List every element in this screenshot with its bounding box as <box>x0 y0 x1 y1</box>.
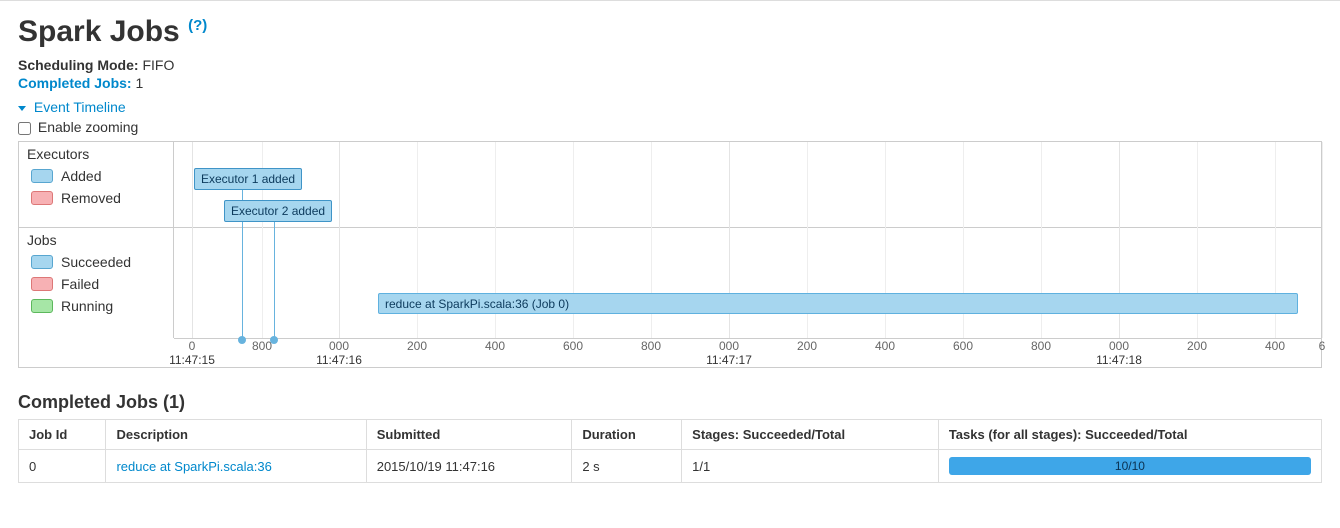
legend-removed-label: Removed <box>61 190 121 206</box>
executor-added-box[interactable]: Executor 1 added <box>194 168 302 190</box>
legend-added-label: Added <box>61 168 101 184</box>
executor-marker-dot-icon <box>238 336 246 344</box>
legend-removed: Removed <box>31 190 165 206</box>
legend-failed-label: Failed <box>61 276 99 292</box>
tasks-progress: 10/10 <box>949 457 1311 475</box>
legend-succeeded-label: Succeeded <box>61 254 131 270</box>
table-row: 0 reduce at SparkPi.scala:36 2015/10/19 … <box>19 450 1322 483</box>
enable-zoom-checkbox[interactable] <box>18 122 31 135</box>
scheduling-mode-value: FIFO <box>142 57 174 73</box>
completed-jobs-label[interactable]: Completed Jobs: <box>18 75 132 91</box>
col-jobid[interactable]: Job Id <box>19 420 106 450</box>
col-tasks[interactable]: Tasks (for all stages): Succeeded/Total <box>938 420 1321 450</box>
timeline-axis: 011:47:1500011:47:1600011:47:1700011:47:… <box>174 338 1321 367</box>
axis-tick-bottom: 11:47:17 <box>706 353 752 367</box>
axis-tick-minor: 800 <box>641 339 661 353</box>
col-submitted[interactable]: Submitted <box>366 420 572 450</box>
cell-stages: 1/1 <box>682 450 939 483</box>
job-bar[interactable]: reduce at SparkPi.scala:36 (Job 0) <box>378 293 1298 314</box>
legend-box-running-icon <box>31 299 53 313</box>
axis-tick-bottom: 11:47:18 <box>1096 353 1142 367</box>
axis-tick-bottom: 11:47:16 <box>316 353 362 367</box>
legend-added: Added <box>31 168 165 184</box>
tasks-progress-bar: 10/10 <box>949 457 1311 475</box>
scheduling-mode: Scheduling Mode: FIFO <box>18 57 1322 73</box>
axis-tick-minor: 800 <box>252 339 272 353</box>
cell-jobid: 0 <box>19 450 106 483</box>
cell-duration: 2 s <box>572 450 682 483</box>
executors-heading: Executors <box>27 146 165 162</box>
legend-box-failed-icon <box>31 277 53 291</box>
axis-tick-minor: 400 <box>485 339 505 353</box>
axis-tick-top: 000 <box>329 339 349 353</box>
enable-zoom-label[interactable]: Enable zooming <box>38 119 138 135</box>
jobs-lane: reduce at SparkPi.scala:36 (Job 0) <box>174 227 1321 338</box>
executor-added-label: Executor 1 added <box>201 172 295 186</box>
table-header-row: Job Id Description Submitted Duration St… <box>19 420 1322 450</box>
jobs-heading: Jobs <box>27 232 165 248</box>
scheduling-mode-label: Scheduling Mode: <box>18 57 139 73</box>
help-icon[interactable]: (?) <box>188 17 207 34</box>
legend-running-label: Running <box>61 298 113 314</box>
completed-jobs-title: Completed Jobs (1) <box>18 392 1322 413</box>
axis-tick-minor: 200 <box>797 339 817 353</box>
zoom-row: Enable zooming <box>18 119 1322 135</box>
executor-marker-line <box>274 222 275 338</box>
axis-tick-minor: 400 <box>1265 339 1285 353</box>
axis-tick-top: 000 <box>1109 339 1129 353</box>
job-bar-label: reduce at SparkPi.scala:36 (Job 0) <box>385 297 569 311</box>
legend-succeeded: Succeeded <box>31 254 165 270</box>
axis-tick-minor: 600 <box>953 339 973 353</box>
cell-submitted: 2015/10/19 11:47:16 <box>366 450 572 483</box>
col-duration[interactable]: Duration <box>572 420 682 450</box>
legend-running: Running <box>31 298 165 314</box>
executors-lane: Executor 1 added Executor 2 added <box>174 142 1321 227</box>
timeline-legend: Executors Added Removed Jobs Succeeded F… <box>19 142 174 338</box>
axis-tick-minor: 800 <box>1031 339 1051 353</box>
axis-tick-minor: 600 <box>563 339 583 353</box>
event-timeline-toggle[interactable]: Event Timeline <box>18 99 1322 115</box>
axis-tick-top: 0 <box>189 339 196 353</box>
timeline-canvas[interactable]: Executor 1 added Executor 2 added reduce… <box>174 142 1321 367</box>
col-description[interactable]: Description <box>106 420 366 450</box>
timeline[interactable]: Executors Added Removed Jobs Succeeded F… <box>18 141 1322 368</box>
axis-tick-minor: 200 <box>1187 339 1207 353</box>
col-stages[interactable]: Stages: Succeeded/Total <box>682 420 939 450</box>
event-timeline-label: Event Timeline <box>34 99 126 115</box>
axis-tick-minor: 200 <box>407 339 427 353</box>
executor-added-box[interactable]: Executor 2 added <box>224 200 332 222</box>
axis-tick-top: 000 <box>719 339 739 353</box>
completed-count: Completed Jobs: 1 <box>18 75 1322 91</box>
job-description-link[interactable]: reduce at SparkPi.scala:36 <box>116 459 271 474</box>
axis-tick-bottom: 11:47:15 <box>169 353 215 367</box>
legend-box-succeeded-icon <box>31 255 53 269</box>
axis-tick-minor: 6 <box>1319 339 1326 353</box>
legend-failed: Failed <box>31 276 165 292</box>
page-title: Spark Jobs (?) <box>18 15 1322 49</box>
page-title-text: Spark Jobs <box>18 15 180 48</box>
axis-tick-minor: 400 <box>875 339 895 353</box>
caret-down-icon <box>18 106 26 111</box>
cell-tasks: 10/10 <box>938 450 1321 483</box>
legend-box-added-icon <box>31 169 53 183</box>
executor-marker-dot-icon <box>270 336 278 344</box>
completed-jobs-table: Job Id Description Submitted Duration St… <box>18 419 1322 483</box>
legend-box-removed-icon <box>31 191 53 205</box>
completed-jobs-value: 1 <box>135 75 143 91</box>
executor-added-label: Executor 2 added <box>231 204 325 218</box>
